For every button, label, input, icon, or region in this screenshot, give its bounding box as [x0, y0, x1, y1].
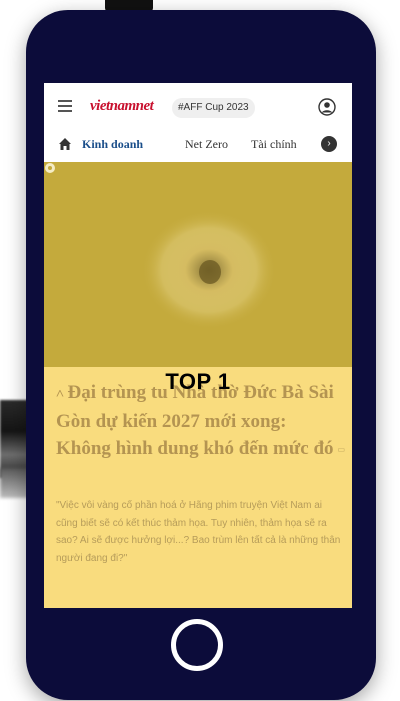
nav-item-kinh-doanh[interactable]: Kinh doanh: [82, 137, 143, 152]
phone-screen: vietnamnet #AFF Cup 2023 Kinh doanh Net …: [44, 83, 352, 608]
hamburger-menu-icon[interactable]: [58, 100, 72, 112]
category-nav: Kinh doanh Net Zero Tài chính: [44, 129, 352, 159]
camera-icon: [45, 163, 55, 173]
article-excerpt: "Việc vôi vàng cố phần hoá ở Hãng phim t…: [56, 500, 341, 564]
nav-item-tai-chinh[interactable]: Tài chính: [251, 137, 297, 152]
comment-icon: ▭: [337, 445, 346, 455]
chevron-right-icon[interactable]: ›: [321, 136, 337, 152]
nav-item-net-zero[interactable]: Net Zero: [185, 137, 228, 152]
site-logo[interactable]: vietnamnet: [90, 94, 154, 118]
trending-hashtag[interactable]: #AFF Cup 2023: [172, 98, 255, 118]
article-hero-image[interactable]: [44, 162, 352, 367]
site-header: vietnamnet #AFF Cup 2023: [44, 91, 352, 123]
home-button[interactable]: [171, 619, 223, 671]
user-account-icon[interactable]: [318, 98, 336, 116]
home-icon[interactable]: [58, 137, 72, 151]
rank-label: TOP 1: [165, 369, 231, 394]
